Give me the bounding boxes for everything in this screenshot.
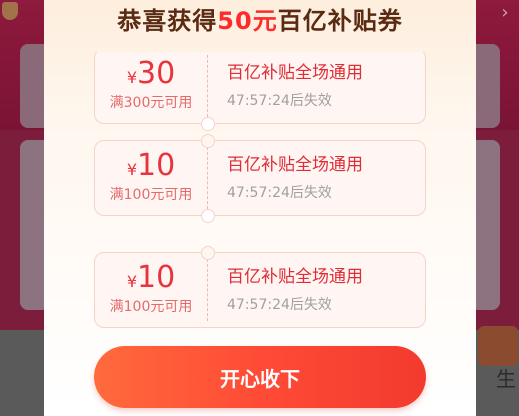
coupon-notch: [201, 246, 215, 260]
coupon-name: 百亿补贴全场通用: [227, 63, 363, 83]
coupon-expiry: 47:57:24后失效: [227, 297, 332, 313]
coupon-price: ¥30: [95, 57, 207, 91]
coupon-amount: 10: [137, 260, 176, 295]
background-text: 生: [496, 367, 516, 391]
coupon-value-section: ¥10 满100元可用: [95, 141, 207, 215]
currency-symbol: ¥: [126, 160, 137, 179]
coupon-card: ¥10 满100元可用 百亿补贴全场通用 47:57:24后失效: [94, 246, 426, 328]
currency-symbol: ¥: [126, 272, 137, 291]
coupon-condition: 满300元可用: [109, 95, 193, 111]
coupon-amount: 30: [137, 56, 176, 91]
coupon-reward-modal: 恭喜获得50元百亿补贴券 ¥30 满300元可用 百亿补贴全场通用 47:57:…: [44, 0, 476, 416]
coupon-condition: 满100元可用: [109, 299, 193, 315]
title-suffix: 百亿补贴券: [277, 7, 403, 35]
coupon-name: 百亿补贴全场通用: [227, 267, 363, 287]
chevron-right-icon: ›: [501, 2, 509, 23]
shield-icon: [2, 2, 18, 20]
coupon-list[interactable]: ¥30 满300元可用 百亿补贴全场通用 47:57:24后失效 ¥10 满10…: [44, 52, 476, 328]
coupon-notch: [201, 117, 215, 131]
background-thumbnail: [478, 326, 518, 366]
title-amount: 50元: [217, 7, 278, 35]
coupon-name: 百亿补贴全场通用: [227, 155, 363, 175]
screen: › 生 恭喜获得50元百亿补贴券 ¥30 满300元可用 百亿补贴全场通用 47…: [0, 0, 519, 416]
coupon-value-section: ¥10 满100元可用: [95, 253, 207, 327]
coupon-notch: [201, 134, 215, 148]
coupon-price: ¥10: [95, 261, 207, 295]
coupon-condition: 满100元可用: [109, 187, 193, 203]
coupon-expiry: 47:57:24后失效: [227, 185, 332, 201]
coupon-divider: [207, 259, 208, 321]
coupon-expiry: 47:57:24后失效: [227, 93, 332, 109]
accept-coupons-button[interactable]: 开心收下: [94, 346, 426, 408]
coupon-divider: [207, 147, 208, 209]
coupon-price: ¥10: [95, 149, 207, 183]
coupon-value-section: ¥30 满300元可用: [95, 52, 207, 123]
currency-symbol: ¥: [126, 68, 137, 87]
coupon-notch: [201, 209, 215, 223]
coupon-divider: [207, 55, 208, 117]
modal-title: 恭喜获得50元百亿补贴券: [44, 4, 476, 38]
title-prefix: 恭喜获得: [117, 7, 218, 35]
coupon-card: ¥10 满100元可用 百亿补贴全场通用 47:57:24后失效: [94, 134, 426, 223]
coupon-amount: 10: [137, 148, 176, 183]
coupon-card: ¥30 满300元可用 百亿补贴全场通用 47:57:24后失效: [94, 52, 426, 131]
